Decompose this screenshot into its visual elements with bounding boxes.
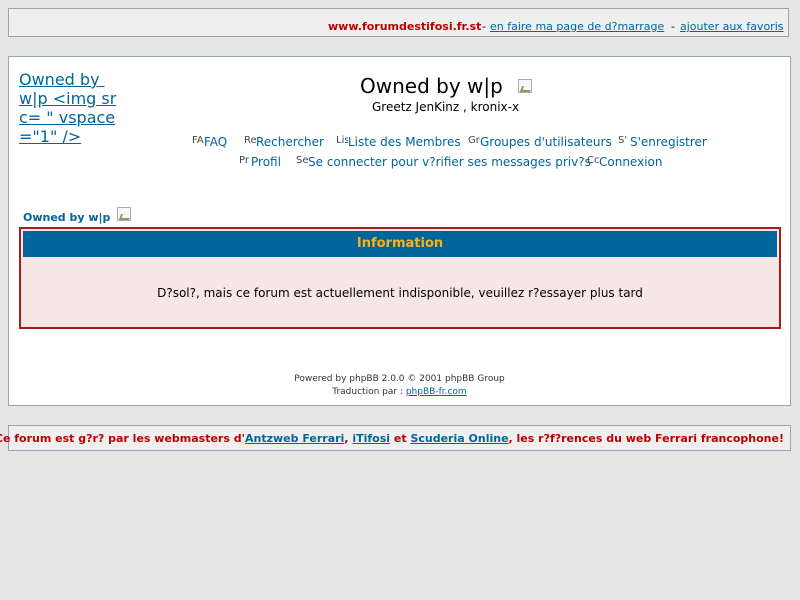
nav-private-messages[interactable]: SeSe connecter pour v?rifier ses message… xyxy=(296,155,591,169)
message-icon: Se xyxy=(296,155,308,166)
site-url: www.forumdestifosi.fr.st xyxy=(328,20,482,33)
nav-label: Groupes d'utilisateurs xyxy=(480,135,612,149)
top-bar: www.forumdestifosi.fr.st - en faire ma p… xyxy=(8,8,789,37)
nav-label: S'enregistrer xyxy=(630,135,707,149)
translation-prefix: Traduction par : xyxy=(332,387,403,397)
footer-text: Ce forum est g?r? par les webmasters d'A… xyxy=(0,432,784,445)
footer-sep: , xyxy=(344,432,349,445)
nav-label: Profil xyxy=(251,155,281,169)
information-heading: Information xyxy=(23,231,777,257)
nav-label: FAQ xyxy=(204,135,228,149)
nav-label: Connexion xyxy=(599,155,663,169)
information-box: Information D?sol?, mais ce forum est ac… xyxy=(19,227,781,329)
information-message: D?sol?, mais ce forum est actuellement i… xyxy=(157,286,643,300)
nav-label: Liste des Membres xyxy=(348,135,461,149)
powered-line: Powered by phpBB 2.0.0 © 2001 phpBB Grou… xyxy=(294,374,505,384)
nav-search[interactable]: ReRechercher xyxy=(244,135,324,149)
register-icon: S' xyxy=(618,135,628,146)
breadcrumb[interactable]: Owned by w|p xyxy=(23,211,110,224)
forum-logo-link[interactable]: Owned by w|p <img src= " vspace="1" /> xyxy=(19,70,117,146)
footer-text-part: Ce forum est g?r? par les webmasters d' xyxy=(0,432,245,445)
nav-login[interactable]: CcConnexion xyxy=(587,155,663,169)
footer-bar: Ce forum est g?r? par les webmasters d'A… xyxy=(0,425,791,451)
antzweb-ferrari-link[interactable]: Antzweb Ferrari xyxy=(245,432,344,445)
nav-register[interactable]: S' S'enregistrer xyxy=(618,135,707,149)
add-favorites-link[interactable]: ajouter aux favoris xyxy=(680,20,783,33)
powered-by: Powered by phpBB 2.0.0 © 2001 phpBB Grou… xyxy=(9,373,790,399)
itifosi-link[interactable]: iTifosi xyxy=(352,432,390,445)
broken-image-icon xyxy=(117,207,131,221)
nav-memberlist[interactable]: LisListe des Membres xyxy=(336,135,461,149)
broken-image-icon xyxy=(518,79,532,93)
groups-icon: Gr xyxy=(468,135,480,146)
login-icon: Cc xyxy=(587,155,599,166)
site-description: Greetz JenKinz , kronix-x xyxy=(372,100,520,114)
profile-icon: Pr xyxy=(239,155,249,166)
search-icon: Re xyxy=(244,135,256,146)
site-title: Owned by w|p xyxy=(360,74,503,98)
nav-profile[interactable]: Pr Profil xyxy=(239,155,281,169)
footer-sep: et xyxy=(390,432,411,445)
set-homepage-link[interactable]: en faire ma page de d?marrage xyxy=(490,20,664,33)
footer-text-part: , les r?f?rences du web Ferrari francoph… xyxy=(508,432,784,445)
nav-label: Rechercher xyxy=(256,135,324,149)
nav-usergroups[interactable]: GrGroupes d'utilisateurs xyxy=(468,135,612,149)
main-panel: Owned by w|p <img src= " vspace="1" /> O… xyxy=(8,56,791,406)
members-icon: Lis xyxy=(336,135,348,146)
translation-line: Traduction par : phpBB-fr.com xyxy=(9,386,790,399)
nav-faq[interactable]: FAFAQ xyxy=(192,135,227,149)
scuderia-online-link[interactable]: Scuderia Online xyxy=(410,432,508,445)
separator: - xyxy=(482,20,486,33)
faq-icon: FA xyxy=(192,135,204,146)
nav-label: Se connecter pour v?rifier ses messages … xyxy=(308,155,591,169)
phpbb-fr-link[interactable]: phpBB-fr.com xyxy=(406,387,467,397)
separator: - xyxy=(671,20,675,33)
